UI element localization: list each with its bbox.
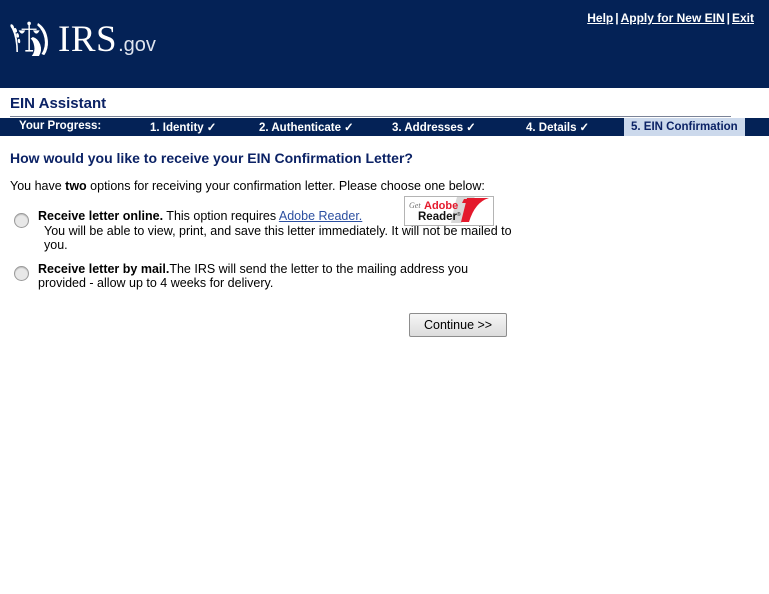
intro-after: options for receiving your confirmation …	[86, 179, 485, 193]
irs-logo-suffix: .gov	[118, 33, 156, 56]
option-receive-by-mail-text: Receive letter by mail.The IRS will send…	[38, 262, 516, 291]
irs-logo[interactable]: IRS .gov	[8, 16, 156, 62]
option-receive-online-lead: Receive letter online.	[38, 209, 164, 223]
svg-text:Get: Get	[409, 201, 421, 210]
help-link[interactable]: Help	[587, 11, 613, 25]
progress-step-authenticate-label: 2. Authenticate	[259, 122, 342, 134]
option-receive-by-mail-lead: Receive letter by mail.	[38, 261, 170, 276]
header-links: Help | Apply for New EIN | Exit	[587, 11, 754, 25]
get-adobe-reader-badge[interactable]: Get Adobe ® Reader ®	[404, 196, 494, 226]
page-title: EIN Assistant	[10, 95, 107, 112]
option-receive-online[interactable]: Receive letter online. This option requi…	[10, 209, 759, 253]
check-icon: ✓	[206, 122, 217, 134]
exit-link[interactable]: Exit	[732, 11, 754, 25]
svg-text:®: ®	[472, 199, 476, 206]
option-receive-online-detail: You will be able to view, print, and sav…	[44, 223, 512, 253]
svg-text:Reader: Reader	[418, 211, 458, 223]
option-receive-online-body: This option requires	[163, 209, 279, 223]
radio-receive-by-mail[interactable]	[14, 265, 29, 281]
irs-logo-primary: IRS	[58, 18, 118, 60]
check-icon: ✓	[466, 122, 476, 134]
progress-step-details[interactable]: 4. Details ✓	[526, 120, 589, 134]
continue-button[interactable]: Continue >>	[409, 312, 508, 337]
progress-step-addresses[interactable]: 3. Addresses ✓	[392, 120, 476, 134]
progress-step-ein-confirmation[interactable]: 5. EIN Confirmation	[624, 118, 745, 136]
progress-step-identity-label: 1. Identity	[150, 122, 204, 134]
button-row: Continue >>	[10, 312, 759, 337]
irs-eagle-scales-icon	[8, 17, 54, 61]
content-heading: How would you like to receive your EIN C…	[10, 150, 413, 166]
progress-label: Your Progress:	[19, 120, 102, 132]
site-header: IRS .gov Help | Apply for New EIN | Exit	[0, 0, 769, 88]
intro-emphasis: two	[65, 179, 87, 193]
title-divider	[10, 116, 731, 117]
link-separator-1: |	[615, 11, 619, 25]
option-receive-by-mail[interactable]: Receive letter by mail.The IRS will send…	[10, 262, 759, 291]
svg-text:®: ®	[457, 211, 461, 218]
progress-bar: Your Progress: 1. Identity ✓ 2. Authentic…	[0, 118, 769, 136]
progress-step-details-label: 4. Details	[526, 122, 577, 134]
intro-before: You have	[10, 179, 66, 193]
options-group: Get Adobe ® Reader ® Receive letter onli…	[10, 196, 759, 291]
radio-receive-online[interactable]	[14, 213, 29, 228]
main-content: How would you like to receive your EIN C…	[0, 150, 769, 337]
progress-step-identity[interactable]: 1. Identity ✓	[150, 120, 216, 134]
intro-text: You have two options for receiving your …	[10, 179, 759, 193]
assistant-title-bar: EIN Assistant	[0, 88, 769, 117]
irs-logo-text: IRS .gov	[58, 21, 156, 58]
check-icon: ✓	[344, 122, 354, 134]
link-separator-2: |	[726, 11, 730, 25]
apply-new-ein-link[interactable]: Apply for New EIN	[621, 11, 725, 25]
progress-step-authenticate[interactable]: 2. Authenticate ✓	[259, 120, 354, 134]
check-icon: ✓	[579, 122, 590, 134]
progress-step-addresses-label: 3. Addresses	[392, 122, 464, 134]
adobe-reader-link[interactable]: Adobe Reader.	[279, 209, 362, 223]
